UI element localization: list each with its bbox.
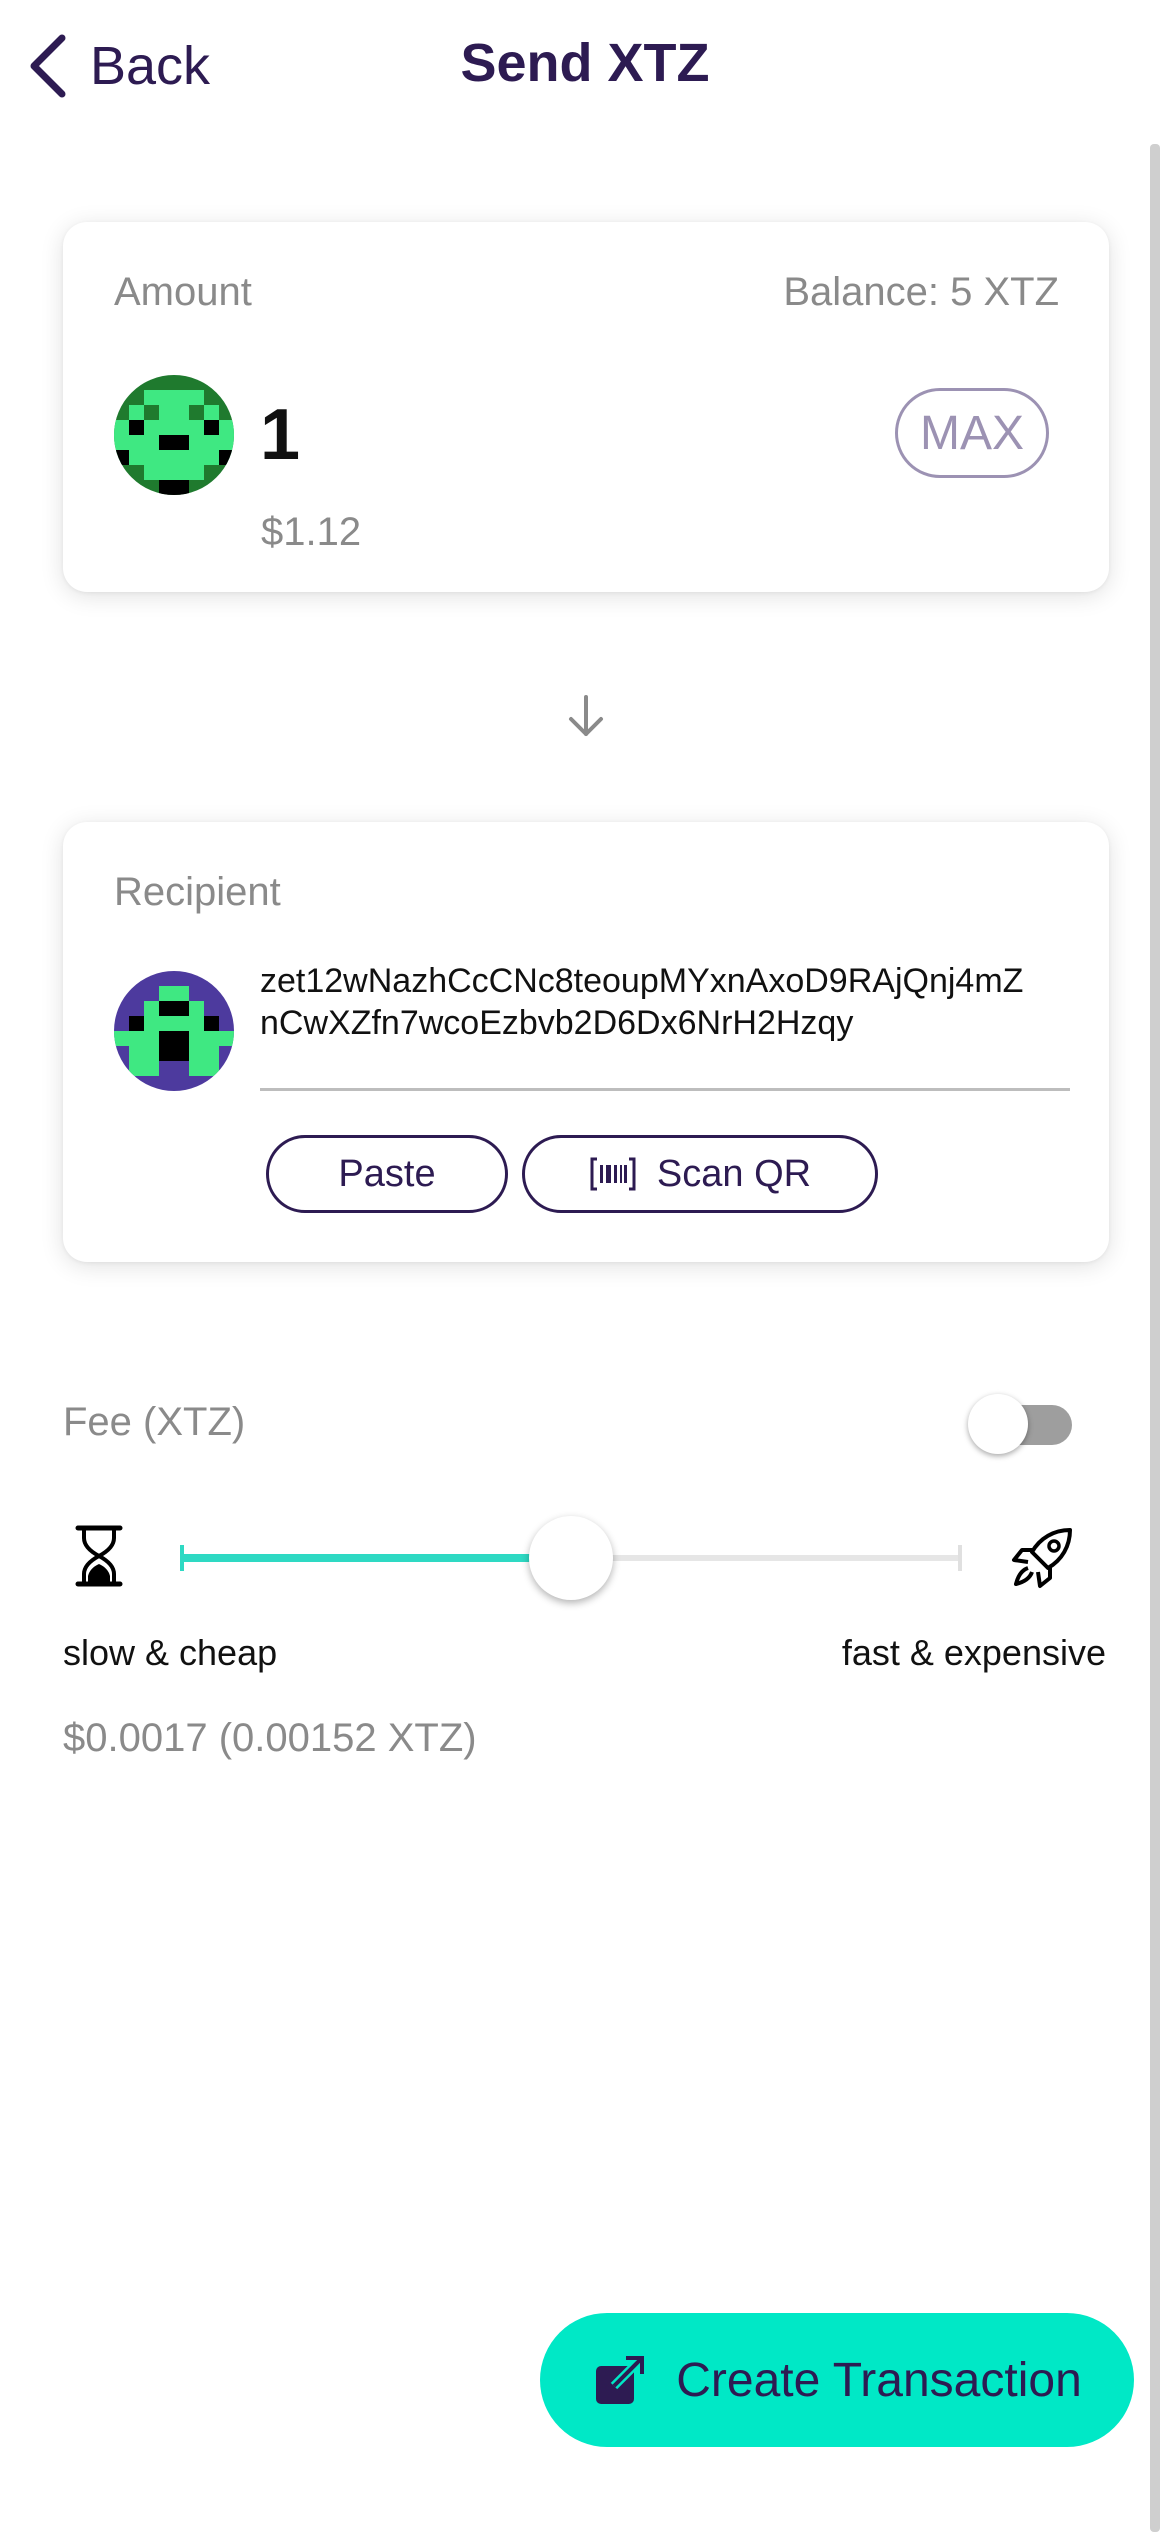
amount-label: Amount [114, 270, 252, 314]
recipient-label: Recipient [114, 870, 281, 914]
recipient-address-input[interactable]: zet12wNazhCcCNc8teoupMYxnAxoD9RAjQnj4mZn… [260, 960, 1040, 1044]
token-avatar [114, 375, 234, 495]
amount-fiat-value: $1.12 [261, 510, 362, 554]
slider-thumb[interactable] [529, 1516, 613, 1600]
paste-button[interactable]: Paste [266, 1135, 508, 1213]
max-button[interactable]: MAX [895, 388, 1049, 478]
scan-qr-label: Scan QR [656, 1152, 812, 1195]
page-title: Send XTZ [460, 33, 710, 93]
fee-value: $0.0017 (0.00152 XTZ) [63, 1716, 477, 1760]
slider-fill [180, 1554, 571, 1562]
amount-input[interactable]: 1 [260, 394, 300, 476]
barcode-icon [590, 1157, 636, 1191]
hourglass-icon [75, 1525, 123, 1587]
slider-tick-start [180, 1545, 184, 1571]
fee-slider[interactable] [180, 1516, 962, 1600]
external-link-icon [596, 2356, 645, 2404]
scan-qr-button[interactable]: Scan QR [522, 1135, 878, 1213]
arrow-down-icon [569, 695, 603, 736]
custom-fee-toggle[interactable] [968, 1394, 1078, 1456]
header: Back Send XTZ [0, 0, 1170, 140]
paste-label: Paste [338, 1152, 436, 1195]
slider-tick-end [958, 1545, 962, 1571]
recipient-avatar [114, 971, 234, 1091]
balance-text: Balance: 5 XTZ [783, 270, 1059, 314]
toggle-knob [968, 1394, 1028, 1454]
address-underline [260, 1088, 1070, 1091]
create-transaction-label: Create Transaction [676, 2353, 1082, 2407]
fee-label: Fee (XTZ) [63, 1400, 246, 1444]
slow-label: slow & cheap [63, 1632, 278, 1673]
amount-card: Amount Balance: 5 XTZ 1 $1.12 MAX [63, 222, 1109, 592]
scrollbar[interactable] [1150, 144, 1160, 2532]
create-transaction-button[interactable]: Create Transaction [540, 2313, 1134, 2447]
fast-label: fast & expensive [841, 1632, 1106, 1673]
rocket-icon [1012, 1528, 1072, 1588]
recipient-card: Recipient zet12wNazhCcCNc8teoupMYxnAxoD9… [63, 822, 1109, 1262]
